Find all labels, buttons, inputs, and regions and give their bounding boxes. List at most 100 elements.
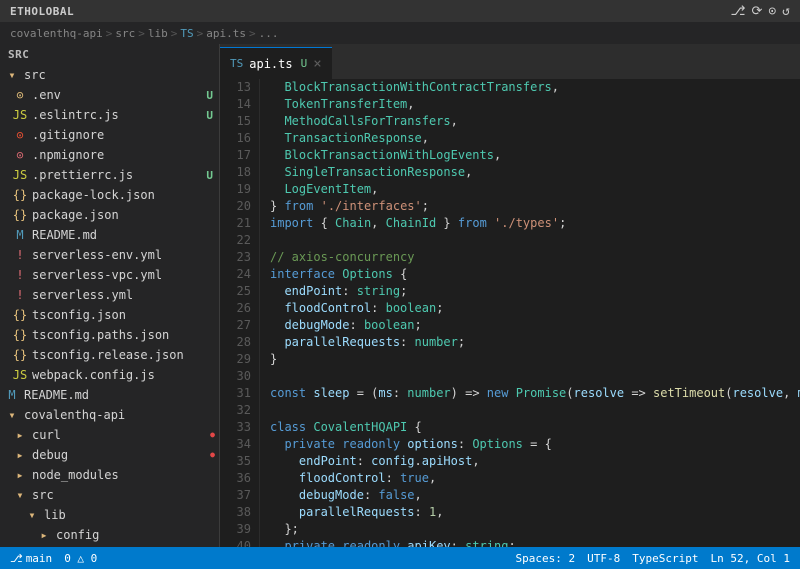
- breadcrumb-part[interactable]: src: [115, 27, 135, 40]
- status-language[interactable]: TypeScript: [632, 552, 698, 565]
- yaml-icon: !: [12, 248, 28, 262]
- code-area: 1314151617 1819202122 2324252627 2829303…: [220, 79, 800, 547]
- sidebar-item-serverless[interactable]: ! serverless.yml: [0, 285, 219, 305]
- badge-u: U: [204, 89, 215, 102]
- folder-open-icon: ▾: [4, 408, 20, 422]
- dot-badge: ●: [210, 451, 215, 459]
- breadcrumb-sep: >: [138, 27, 145, 40]
- sidebar-item-label: curl: [32, 428, 210, 442]
- refresh-icon[interactable]: ⟳: [751, 4, 762, 19]
- sidebar-item-label: covalenthq-api: [24, 408, 219, 422]
- branch-icon[interactable]: ⎇: [730, 4, 745, 19]
- sidebar-item-prettierrc[interactable]: JS .prettierrc.js U: [0, 165, 219, 185]
- sidebar-item-serverless-env[interactable]: ! serverless-env.yml: [0, 245, 219, 265]
- sidebar-item-node-modules[interactable]: ▸ node_modules: [0, 465, 219, 485]
- breadcrumb-sep: >: [106, 27, 113, 40]
- status-branch[interactable]: ⎇ main: [10, 552, 52, 565]
- code-content[interactable]: BlockTransactionWithContractTransfers, T…: [260, 79, 800, 547]
- folder-icon: ▸: [12, 448, 28, 462]
- sidebar-item-label: serverless-env.yml: [32, 248, 219, 262]
- error-count: 0 △ 0: [64, 552, 97, 565]
- sidebar-item-readme[interactable]: M README.md: [0, 225, 219, 245]
- sidebar-item-label: serverless.yml: [32, 288, 219, 302]
- branch-label: main: [26, 552, 53, 565]
- sidebar-item-label: tsconfig.release.json: [32, 348, 219, 362]
- sidebar-item-lib[interactable]: ▾ lib: [0, 505, 219, 525]
- breadcrumb-sep: >: [249, 27, 256, 40]
- sidebar-item-label: src: [24, 68, 219, 82]
- js-icon: JS: [12, 368, 28, 382]
- npm-icon: ⊙: [12, 148, 28, 162]
- settings-icon[interactable]: ⊙: [768, 4, 776, 19]
- language-label: TypeScript: [632, 552, 698, 565]
- encoding-label: UTF-8: [587, 552, 620, 565]
- sidebar-item-debug[interactable]: ▸ debug ●: [0, 445, 219, 465]
- sidebar-section-header: SRC: [0, 44, 219, 65]
- sidebar-item-package[interactable]: {} package.json: [0, 205, 219, 225]
- tab-close-button[interactable]: ×: [313, 56, 321, 72]
- status-errors[interactable]: 0 △ 0: [64, 552, 97, 565]
- md-icon: M: [12, 228, 28, 242]
- breadcrumb-part[interactable]: lib: [148, 27, 168, 40]
- sidebar-item-tsconfig-release[interactable]: {} tsconfig.release.json: [0, 345, 219, 365]
- sidebar-item-label: tsconfig.json: [32, 308, 219, 322]
- sidebar-item-label: debug: [32, 448, 210, 462]
- status-spaces[interactable]: Spaces: 2: [516, 552, 576, 565]
- json-icon: {}: [12, 308, 28, 322]
- tab-icon: TS: [230, 57, 243, 70]
- line-numbers: 1314151617 1819202122 2324252627 2829303…: [220, 79, 260, 547]
- sidebar-item-webpack[interactable]: JS webpack.config.js: [0, 365, 219, 385]
- sidebar-item-label: package.json: [32, 208, 219, 222]
- top-bar-icons: ⎇ ⟳ ⊙ ↺: [730, 4, 790, 19]
- tab-label: api.ts: [249, 57, 292, 71]
- sidebar-item-npmignore[interactable]: ⊙ .npmignore: [0, 145, 219, 165]
- sidebar-item-label: .eslintrc.js: [32, 108, 204, 122]
- sidebar-item-tsconfig-paths[interactable]: {} tsconfig.paths.json: [0, 325, 219, 345]
- breadcrumb-part[interactable]: covalenthq-api: [10, 27, 103, 40]
- sidebar-item-config[interactable]: ▸ config: [0, 525, 219, 545]
- breadcrumb-bar: covalenthq-api > src > lib > TS > api.ts…: [0, 22, 800, 44]
- sidebar-item-label: package-lock.json: [32, 188, 219, 202]
- sidebar-item-readme2[interactable]: M README.md: [0, 385, 219, 405]
- folder-icon: ▸: [36, 528, 52, 542]
- undo-icon[interactable]: ↺: [782, 4, 790, 19]
- sidebar-item-package-lock[interactable]: {} package-lock.json: [0, 185, 219, 205]
- status-bar: ⎇ main 0 △ 0 Spaces: 2 UTF-8 TypeScript …: [0, 547, 800, 569]
- status-line-col[interactable]: Ln 52, Col 1: [711, 552, 790, 565]
- sidebar: SRC ▾ src ⊙ .env U JS .eslintrc.js U ⊙ .…: [0, 44, 220, 547]
- sidebar-item-label: src: [32, 488, 219, 502]
- sidebar-item-src[interactable]: ▾ src: [0, 65, 219, 85]
- main-area: SRC ▾ src ⊙ .env U JS .eslintrc.js U ⊙ .…: [0, 44, 800, 547]
- js-icon: JS: [12, 108, 28, 122]
- sidebar-item-serverless-vpc[interactable]: ! serverless-vpc.yml: [0, 265, 219, 285]
- json-icon: {}: [12, 188, 28, 202]
- sidebar-item-gitignore[interactable]: ⊙ .gitignore: [0, 125, 219, 145]
- sidebar-item-src2[interactable]: ▾ src: [0, 485, 219, 505]
- app-logo: ETHOLOBAL: [10, 5, 74, 18]
- sidebar-item-label: tsconfig.paths.json: [32, 328, 219, 342]
- json-icon: {}: [12, 348, 28, 362]
- top-bar: ETHOLOBAL ⎇ ⟳ ⊙ ↺: [0, 0, 800, 22]
- sidebar-item-covalenthq[interactable]: ▾ covalenthq-api: [0, 405, 219, 425]
- breadcrumb-sep: >: [197, 27, 204, 40]
- sidebar-item-label: .prettierrc.js: [32, 168, 204, 182]
- sidebar-item-label: .gitignore: [32, 128, 219, 142]
- badge-u: U: [204, 169, 215, 182]
- folder-open-icon: ▾: [24, 508, 40, 522]
- sidebar-item-eslintrc[interactable]: JS .eslintrc.js U: [0, 105, 219, 125]
- sidebar-item-env[interactable]: ⊙ .env U: [0, 85, 219, 105]
- tab-api-ts[interactable]: TS api.ts U ×: [220, 47, 332, 79]
- sidebar-item-label: node_modules: [32, 468, 219, 482]
- sidebar-item-label: .npmignore: [32, 148, 219, 162]
- sidebar-item-label: webpack.config.js: [32, 368, 219, 382]
- folder-open-icon: ▾: [12, 488, 28, 502]
- sidebar-item-tsconfig[interactable]: {} tsconfig.json: [0, 305, 219, 325]
- breadcrumb-sep: >: [171, 27, 178, 40]
- sidebar-item-curl[interactable]: ▸ curl ●: [0, 425, 219, 445]
- status-encoding[interactable]: UTF-8: [587, 552, 620, 565]
- json-icon: {}: [12, 328, 28, 342]
- sidebar-item-label: serverless-vpc.yml: [32, 268, 219, 282]
- editor: TS api.ts U × 1314151617 1819202122 2324…: [220, 44, 800, 547]
- yaml-icon: !: [12, 268, 28, 282]
- breadcrumb-filename[interactable]: api.ts: [206, 27, 246, 40]
